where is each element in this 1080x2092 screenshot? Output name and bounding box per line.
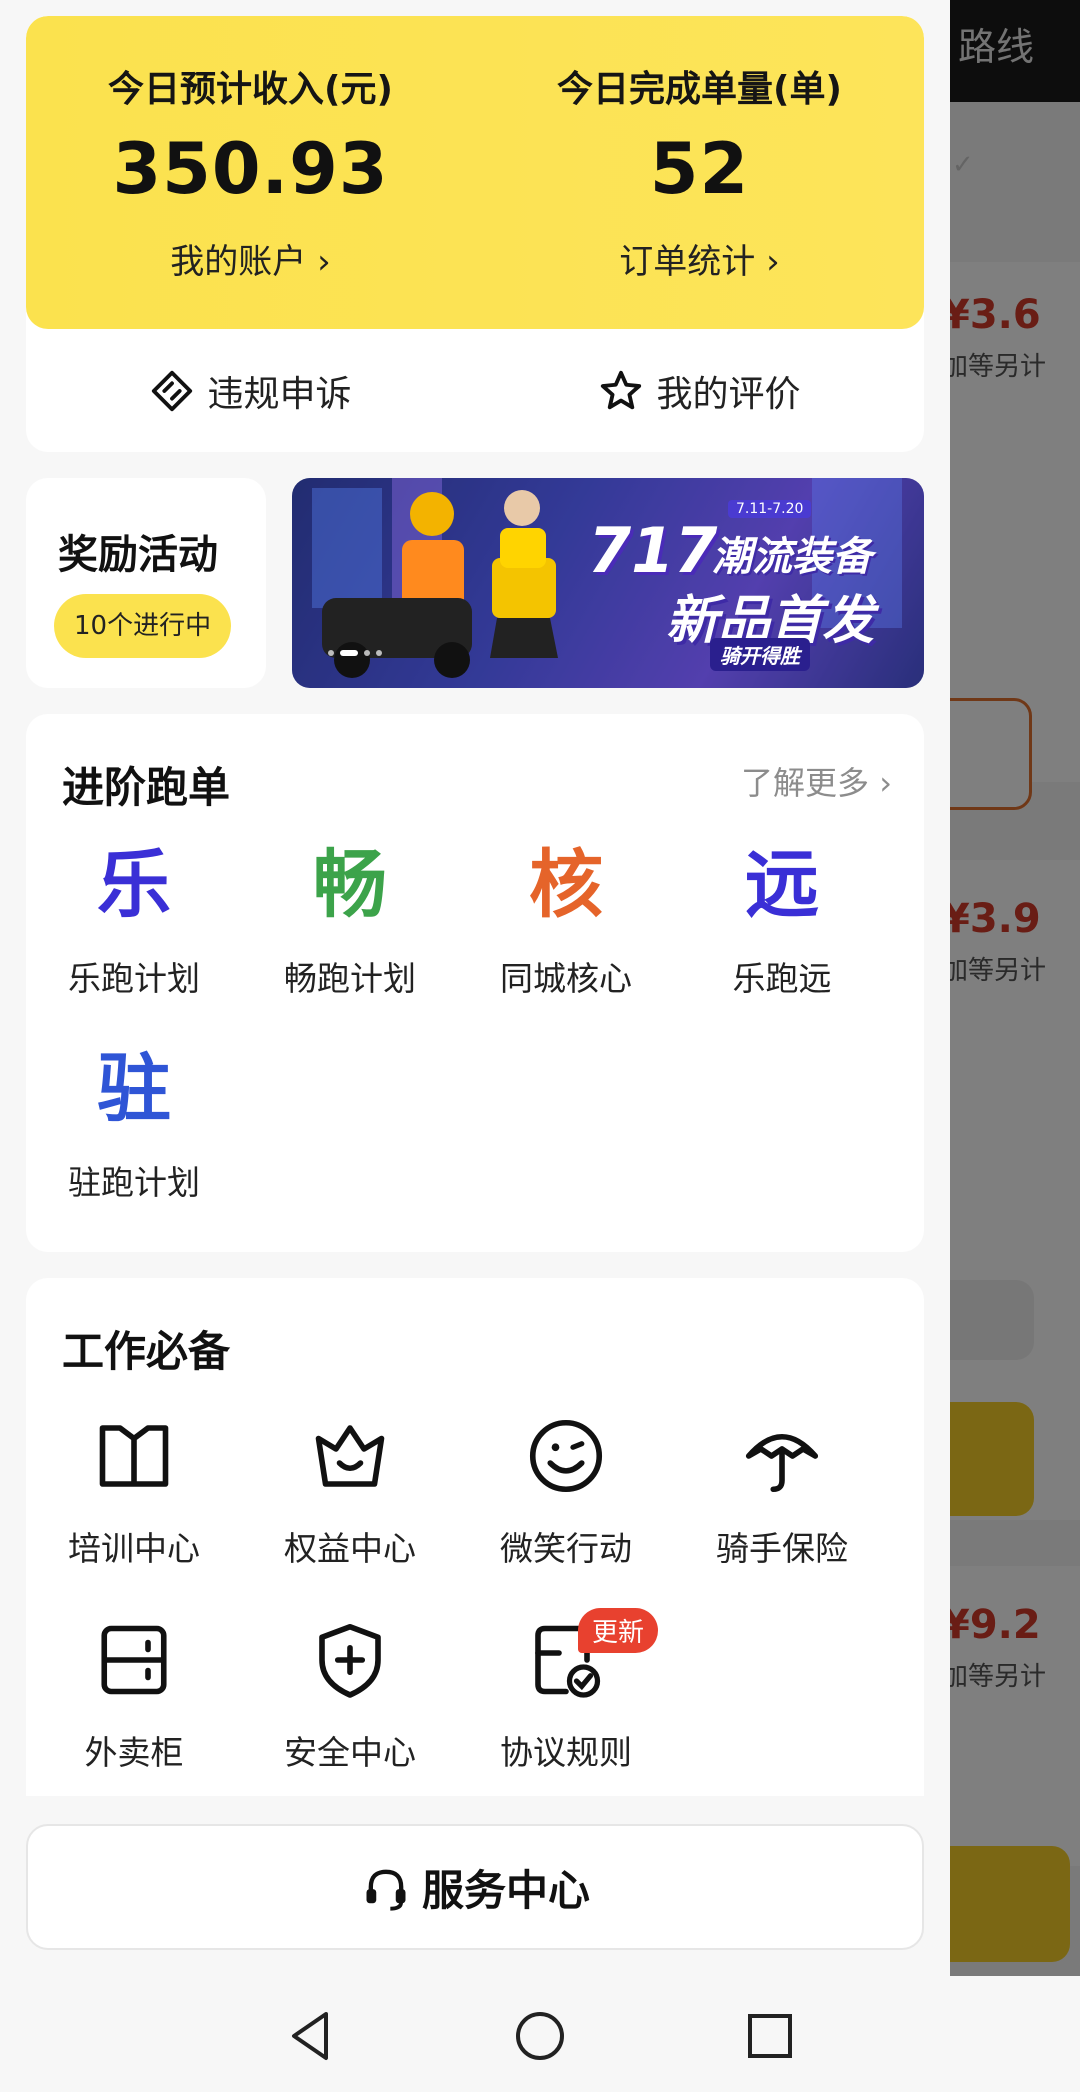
- order-statistics-link[interactable]: 订单统计 ›: [475, 234, 924, 283]
- my-reviews-button[interactable]: 我的评价: [475, 329, 924, 452]
- umbrella-icon: [745, 1433, 819, 1493]
- locker-icon: [101, 1625, 167, 1695]
- income-value: 350.93: [112, 128, 389, 210]
- lepao-far-icon: 远: [745, 842, 819, 928]
- rider-helmet: [410, 492, 454, 536]
- smile-action-label: 微笑行动: [500, 1529, 632, 1568]
- smile-icon: [529, 1419, 603, 1493]
- violation-appeal-label: 违规申诉: [207, 373, 352, 415]
- update-badge: 更新: [578, 1608, 659, 1653]
- learn-more-link[interactable]: 了解更多 ›: [741, 758, 892, 804]
- banner-slogan: 骑开得胜: [710, 638, 810, 671]
- agreement-rules-item[interactable]: 更新 协议规则: [458, 1608, 674, 1774]
- advanced-item-lepao-far[interactable]: 远 乐跑远: [674, 840, 890, 1000]
- promo-banner[interactable]: 717 潮流装备 新品首发 骑开得胜 7.11-7.20: [292, 478, 924, 688]
- advanced-item-label: 驻跑计划: [68, 1163, 200, 1202]
- orders-value: 52: [649, 128, 750, 210]
- rider-insurance-item[interactable]: 骑手保险: [674, 1414, 890, 1570]
- rider-insurance-label: 骑手保险: [716, 1529, 848, 1568]
- agreement-rules-label: 协议规则: [500, 1733, 632, 1772]
- food-locker-item[interactable]: 外卖柜: [26, 1618, 242, 1774]
- book-icon: [99, 1425, 169, 1487]
- earnings-card: 今日预计收入(元) 350.93 我的账户 › 今日完成单量(单) 52 订单统…: [26, 16, 924, 452]
- work-essentials-section: 工作必备 培训中心 权益中心 微笑行动 骑手保险 外卖柜 安全中心 更新 协议规…: [26, 1278, 924, 1838]
- advanced-item-label: 乐跑远: [732, 959, 832, 998]
- benefits-center-label: 权益中心: [284, 1529, 416, 1568]
- service-center-button[interactable]: 服务中心: [26, 1824, 924, 1950]
- advanced-item-lepao[interactable]: 乐 乐跑计划: [26, 840, 242, 1000]
- orders-label: 今日完成单量(单): [557, 69, 842, 110]
- my-reviews-label: 我的评价: [656, 373, 801, 415]
- advanced-item-zhupao[interactable]: 驻 驻跑计划: [26, 1044, 242, 1204]
- violation-appeal-button[interactable]: 违规申诉: [26, 329, 475, 452]
- banner-headline: 潮流装备: [712, 534, 872, 580]
- advanced-item-label: 同城核心: [500, 959, 632, 998]
- safety-center-label: 安全中心: [284, 1733, 416, 1772]
- rewards-title: 奖励活动: [58, 532, 218, 578]
- food-locker-label: 外卖柜: [84, 1733, 184, 1772]
- side-drawer: 今日预计收入(元) 350.93 我的账户 › 今日完成单量(单) 52 订单统…: [0, 0, 950, 1976]
- advanced-item-city-core[interactable]: 核 同城核心: [458, 840, 674, 1000]
- earnings-summary: 今日预计收入(元) 350.93 我的账户 › 今日完成单量(单) 52 订单统…: [26, 16, 924, 329]
- changpao-icon: 畅: [313, 842, 387, 928]
- work-essentials-title: 工作必备: [62, 1327, 231, 1376]
- rewards-card[interactable]: 奖励活动 10个进行中: [26, 478, 266, 688]
- banner-date: 7.11-7.20: [728, 500, 812, 518]
- banner-pagination: [328, 650, 382, 656]
- zhupao-icon: 驻: [97, 1046, 171, 1132]
- headset-icon: [366, 1869, 406, 1911]
- city-core-icon: 核: [529, 842, 603, 928]
- home-icon[interactable]: [510, 2006, 570, 2066]
- recents-icon[interactable]: [740, 2006, 800, 2066]
- banner-number: 717: [588, 514, 718, 587]
- lepao-icon: 乐: [97, 842, 171, 928]
- shield-icon: [319, 1623, 381, 1698]
- advanced-runs-title: 进阶跑单: [62, 763, 231, 812]
- smile-action-item[interactable]: 微笑行动: [458, 1414, 674, 1570]
- back-icon[interactable]: [280, 2006, 340, 2066]
- advanced-item-label: 畅跑计划: [284, 959, 416, 998]
- system-navigation-bar: [0, 1976, 1080, 2092]
- advanced-item-changpao[interactable]: 畅 畅跑计划: [242, 840, 458, 1000]
- advanced-runs-section: 进阶跑单 了解更多 › 乐 乐跑计划 畅 畅跑计划 核 同城核心 远 乐跑远 驻…: [26, 714, 924, 1252]
- appeal-icon: [152, 370, 193, 411]
- training-center-item[interactable]: 培训中心: [26, 1414, 242, 1570]
- crown-icon: [315, 1425, 385, 1487]
- benefits-center-item[interactable]: 权益中心: [242, 1414, 458, 1570]
- star-icon: [601, 370, 642, 409]
- my-account-link[interactable]: 我的账户 ›: [26, 234, 475, 283]
- rewards-count-badge: 10个进行中: [54, 594, 232, 658]
- safety-center-item[interactable]: 安全中心: [242, 1618, 458, 1774]
- advanced-item-label: 乐跑计划: [68, 959, 200, 998]
- income-label: 今日预计收入(元): [108, 69, 393, 110]
- training-center-label: 培训中心: [68, 1529, 200, 1568]
- service-center-label: 服务中心: [421, 1865, 590, 1915]
